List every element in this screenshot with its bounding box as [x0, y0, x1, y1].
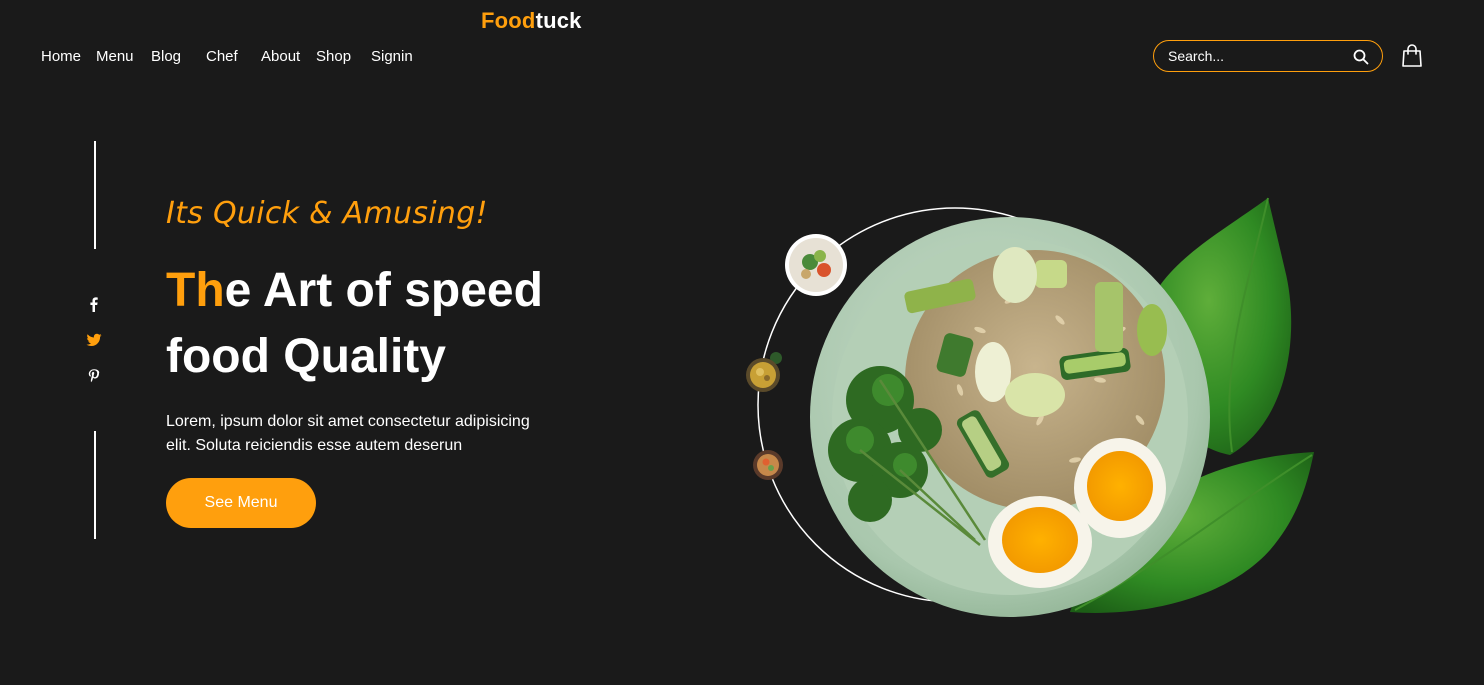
pinterest-icon[interactable]	[86, 368, 102, 384]
twitter-icon[interactable]	[86, 332, 102, 348]
nav-blog[interactable]: Blog	[151, 47, 181, 67]
nav-home[interactable]: Home	[41, 47, 81, 67]
brand-logo[interactable]: Foodtuck	[481, 8, 582, 34]
brand-logo-rest: tuck	[535, 8, 582, 33]
nav-chef[interactable]: Chef	[206, 47, 238, 67]
search-icon[interactable]	[1353, 49, 1369, 65]
hero-tagline: Its Quick & Amusing!	[166, 196, 488, 231]
nav-about[interactable]: About	[261, 47, 300, 67]
hero-description: Lorem, ipsum dolor sit amet consectetur …	[166, 413, 530, 454]
hero-headline: The Art of speed food Quality	[166, 258, 636, 390]
hero-food-image	[746, 197, 1314, 617]
nav-signin[interactable]: Signin	[371, 47, 413, 67]
rail-divider-bottom	[94, 431, 96, 539]
nav-menu[interactable]: Menu	[96, 47, 134, 67]
shopping-bag-icon[interactable]	[1401, 44, 1423, 68]
rail-divider-top	[94, 141, 96, 249]
facebook-icon[interactable]	[86, 296, 102, 312]
hero-headline-accent: Th	[166, 264, 225, 317]
see-menu-button[interactable]: See Menu	[166, 478, 316, 528]
search-box	[1153, 40, 1383, 72]
brand-logo-accent: Food	[481, 8, 536, 33]
search-input[interactable]	[1168, 47, 1348, 65]
nav-shop[interactable]: Shop	[316, 47, 351, 67]
landing-page: Foodtuck Home Menu Blog Chef About Shop …	[0, 0, 1484, 685]
